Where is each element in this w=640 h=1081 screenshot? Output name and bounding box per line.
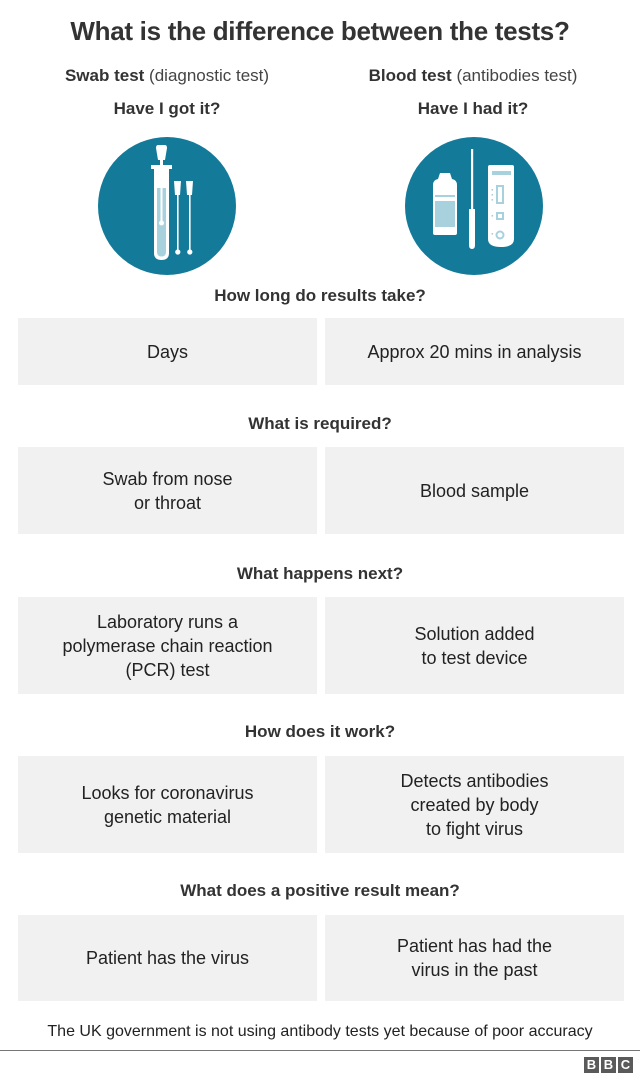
blood-positive-result-cell: Patient has had the virus in the past <box>325 915 624 1001</box>
blood-required-cell: Blood sample <box>325 447 624 534</box>
section-heading-positive-result: What does a positive result mean? <box>180 881 460 900</box>
blood-test-question: Have I had it? <box>417 99 529 118</box>
footer-divider <box>0 1050 640 1051</box>
blood-next-cell: Solution added to test device <box>325 597 624 694</box>
swab-test-tube-icon <box>98 137 236 275</box>
blood-test-name: Blood test <box>368 66 452 85</box>
blood-test-header: Blood test (antibodies test) <box>318 66 628 86</box>
swab-required-cell: Swab from nose or throat <box>18 447 317 534</box>
bbc-logo: B B C <box>584 1057 633 1073</box>
swab-test-subtitle: (diagnostic test) <box>149 66 270 85</box>
section-heading-required: What is required? <box>248 414 392 433</box>
section-heading-how-it-works: How does it work? <box>244 722 396 741</box>
swab-test-header: Swab test (diagnostic test) <box>12 66 322 86</box>
section-heading-result-time: How long do results take? <box>214 286 426 305</box>
blood-test-subtitle: (antibodies test) <box>456 66 578 85</box>
blood-test-kit-icon <box>405 137 543 275</box>
bbc-logo-letter: B <box>601 1057 616 1073</box>
section-heading-next: What happens next? <box>236 564 404 583</box>
swab-test-question: Have I got it? <box>113 99 221 118</box>
swab-result-time-cell: Days <box>18 318 317 385</box>
bbc-logo-letter: B <box>584 1057 599 1073</box>
swab-positive-result-cell: Patient has the virus <box>18 915 317 1001</box>
page-title: What is the difference between the tests… <box>70 16 570 46</box>
bbc-logo-letter: C <box>618 1057 633 1073</box>
blood-result-time-cell: Approx 20 mins in analysis <box>325 318 624 385</box>
footnote: The UK government is not using antibody … <box>47 1023 593 1040</box>
swab-how-it-works-cell: Looks for coronavirus genetic material <box>18 756 317 853</box>
blood-how-it-works-cell: Detects antibodies created by body to fi… <box>325 756 624 853</box>
swab-test-name: Swab test <box>64 66 145 85</box>
swab-next-cell: Laboratory runs a polymerase chain react… <box>18 597 317 694</box>
